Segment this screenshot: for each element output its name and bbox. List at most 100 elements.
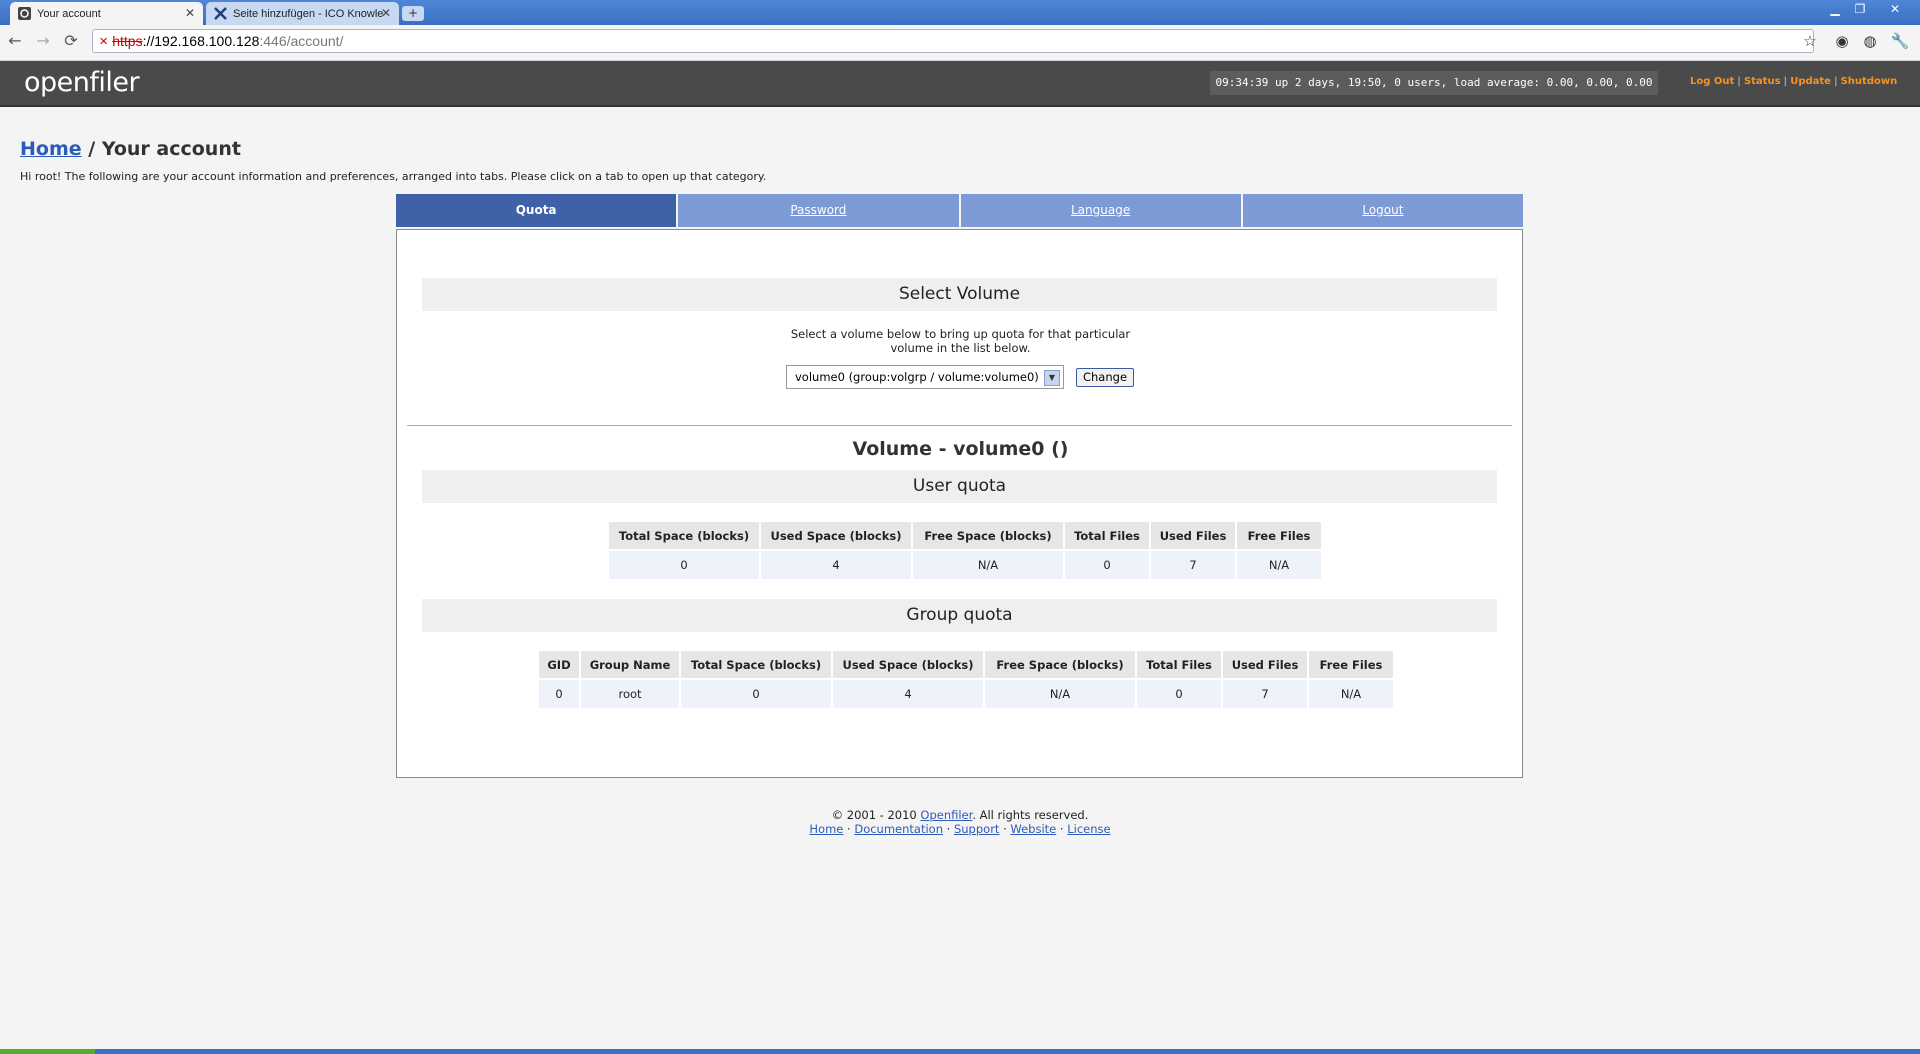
footer-separator: · xyxy=(999,822,1011,836)
column-header: Group Name xyxy=(581,651,679,678)
volume-select[interactable]: volume0 (group:volgrp / volume:volume0) … xyxy=(786,365,1064,389)
copyright-suffix: . All rights reserved. xyxy=(972,808,1089,822)
footer-website-link[interactable]: Website xyxy=(1010,822,1056,836)
url-host: ://192.168.100.128 xyxy=(142,33,260,49)
update-link[interactable]: Update xyxy=(1790,76,1831,87)
star-icon[interactable]: ☆ xyxy=(1800,31,1820,51)
table-cell: root xyxy=(581,680,679,708)
extension-icon[interactable]: ◉ xyxy=(1832,31,1852,51)
table-cell: 0 xyxy=(1137,680,1221,708)
column-header: Free Space (blocks) xyxy=(985,651,1135,678)
url-protocol: https xyxy=(112,33,143,49)
uptime-status: 09:34:39 up 2 days, 19:50, 0 users, load… xyxy=(1210,71,1658,95)
browser-tab-title: Seite hinzufügen - ICO Knowle xyxy=(233,7,383,20)
column-header: Total Files xyxy=(1065,522,1149,549)
column-header: Total Files xyxy=(1137,651,1221,678)
column-header: Used Space (blocks) xyxy=(833,651,983,678)
breadcrumb-separator: / xyxy=(81,138,102,160)
footer-license-link[interactable]: License xyxy=(1067,822,1110,836)
x-icon xyxy=(214,7,227,20)
footer-support-link[interactable]: Support xyxy=(954,822,999,836)
close-icon[interactable]: ✕ xyxy=(381,6,391,20)
tab-password[interactable]: Password xyxy=(678,194,959,227)
column-header: Free Files xyxy=(1309,651,1393,678)
openfiler-link[interactable]: Openfiler xyxy=(920,808,972,822)
table-cell: 0 xyxy=(681,680,831,708)
copyright-line: © 2001 - 2010 Openfiler. All rights rese… xyxy=(0,808,1920,822)
openfiler-icon xyxy=(18,7,31,20)
window-close-icon[interactable]: ✕ xyxy=(1885,2,1905,16)
footer-documentation-link[interactable]: Documentation xyxy=(854,822,943,836)
tab-language[interactable]: Language xyxy=(960,194,1241,227)
table-header-row: Total Space (blocks) Used Space (blocks)… xyxy=(609,522,1321,549)
extension-icon-2[interactable]: ◍ xyxy=(1860,31,1880,51)
table-row: 0 4 N/A 0 7 N/A xyxy=(609,551,1321,579)
volume-title: Volume - volume0 () xyxy=(852,438,1069,460)
url-bar[interactable]: ✕ https://192.168.100.128:446/account/ xyxy=(92,29,1814,53)
description-line: volume in the list below. xyxy=(890,341,1031,355)
status-link[interactable]: Status xyxy=(1744,76,1781,87)
restore-icon[interactable]: ❐ xyxy=(1850,2,1870,16)
table-cell: 0 xyxy=(1065,551,1149,579)
table-cell: N/A xyxy=(913,551,1063,579)
footer-home-link[interactable]: Home xyxy=(809,822,843,836)
url-path: :446/account/ xyxy=(259,33,344,49)
footer-separator: · xyxy=(843,822,855,836)
copyright-prefix: © 2001 - 2010 xyxy=(831,808,921,822)
footer: © 2001 - 2010 Openfiler. All rights rese… xyxy=(0,808,1920,836)
chevron-down-icon: ▼ xyxy=(1044,370,1060,386)
start-button[interactable] xyxy=(0,1049,95,1054)
select-volume-heading: Select Volume xyxy=(422,278,1497,311)
table-cell: N/A xyxy=(1309,680,1393,708)
table-cell: N/A xyxy=(1237,551,1321,579)
column-header: Free Files xyxy=(1237,522,1321,549)
table-row: 0 root 0 4 N/A 0 7 N/A xyxy=(539,680,1393,708)
table-cell: N/A xyxy=(985,680,1135,708)
browser-tab-your-account[interactable]: Your account ✕ xyxy=(10,2,203,25)
reload-icon[interactable]: ⟳ xyxy=(60,31,82,50)
new-tab-button[interactable]: + xyxy=(402,6,424,21)
column-header: Used Files xyxy=(1151,522,1235,549)
footer-separator: · xyxy=(943,822,954,836)
volume-select-value: volume0 (group:volgrp / volume:volume0) xyxy=(795,370,1039,384)
header-links: Log Out | Status | Update | Shutdown xyxy=(1690,76,1898,87)
table-cell: 0 xyxy=(609,551,759,579)
tab-quota[interactable]: Quota xyxy=(396,194,677,227)
column-header: Total Space (blocks) xyxy=(609,522,759,549)
wrench-icon[interactable]: 🔧 xyxy=(1890,31,1910,51)
back-icon[interactable]: ← xyxy=(4,31,26,50)
shutdown-link[interactable]: Shutdown xyxy=(1841,76,1898,87)
minimize-icon[interactable]: ▁ xyxy=(1825,2,1845,16)
account-tabs: Quota Password Language Logout xyxy=(396,194,1523,227)
quota-panel: Select Volume Select a volume below to b… xyxy=(396,229,1523,778)
group-quota-heading: Group quota xyxy=(422,599,1497,632)
change-button[interactable]: Change xyxy=(1076,368,1134,387)
table-header-row: GID Group Name Total Space (blocks) Used… xyxy=(539,651,1393,678)
address-toolbar: ← → ⟳ ✕ https://192.168.100.128:446/acco… xyxy=(0,25,1920,61)
breadcrumb-current: Your account xyxy=(101,138,241,160)
intro-text: Hi root! The following are your account … xyxy=(20,170,767,183)
browser-tab-title: Your account xyxy=(37,7,101,20)
select-volume-description: Select a volume below to bring up quota … xyxy=(397,327,1524,355)
browser-tab-bar: Your account ✕ Seite hinzufügen - ICO Kn… xyxy=(0,0,1920,25)
openfiler-logo: openfiler xyxy=(24,67,140,98)
table-cell: 7 xyxy=(1151,551,1235,579)
description-line: Select a volume below to bring up quota … xyxy=(790,327,1131,341)
column-header: Used Space (blocks) xyxy=(761,522,911,549)
footer-links: Home · Documentation · Support · Website… xyxy=(0,822,1920,836)
column-header: GID xyxy=(539,651,579,678)
column-header: Total Space (blocks) xyxy=(681,651,831,678)
logout-link[interactable]: Log Out xyxy=(1690,76,1734,87)
tab-logout[interactable]: Logout xyxy=(1242,194,1523,227)
table-cell: 7 xyxy=(1223,680,1307,708)
app-header: openfiler 09:34:39 up 2 days, 19:50, 0 u… xyxy=(0,61,1920,107)
group-quota-table: GID Group Name Total Space (blocks) Used… xyxy=(537,649,1395,710)
table-cell: 0 xyxy=(539,680,579,708)
divider xyxy=(407,425,1512,426)
forward-icon[interactable]: → xyxy=(32,31,54,50)
breadcrumb-home-link[interactable]: Home xyxy=(20,138,82,160)
close-icon[interactable]: ✕ xyxy=(185,6,195,20)
page-title: Home / Your account xyxy=(20,138,241,160)
browser-tab-ico[interactable]: Seite hinzufügen - ICO Knowle ✕ xyxy=(206,2,399,25)
column-header: Used Files xyxy=(1223,651,1307,678)
